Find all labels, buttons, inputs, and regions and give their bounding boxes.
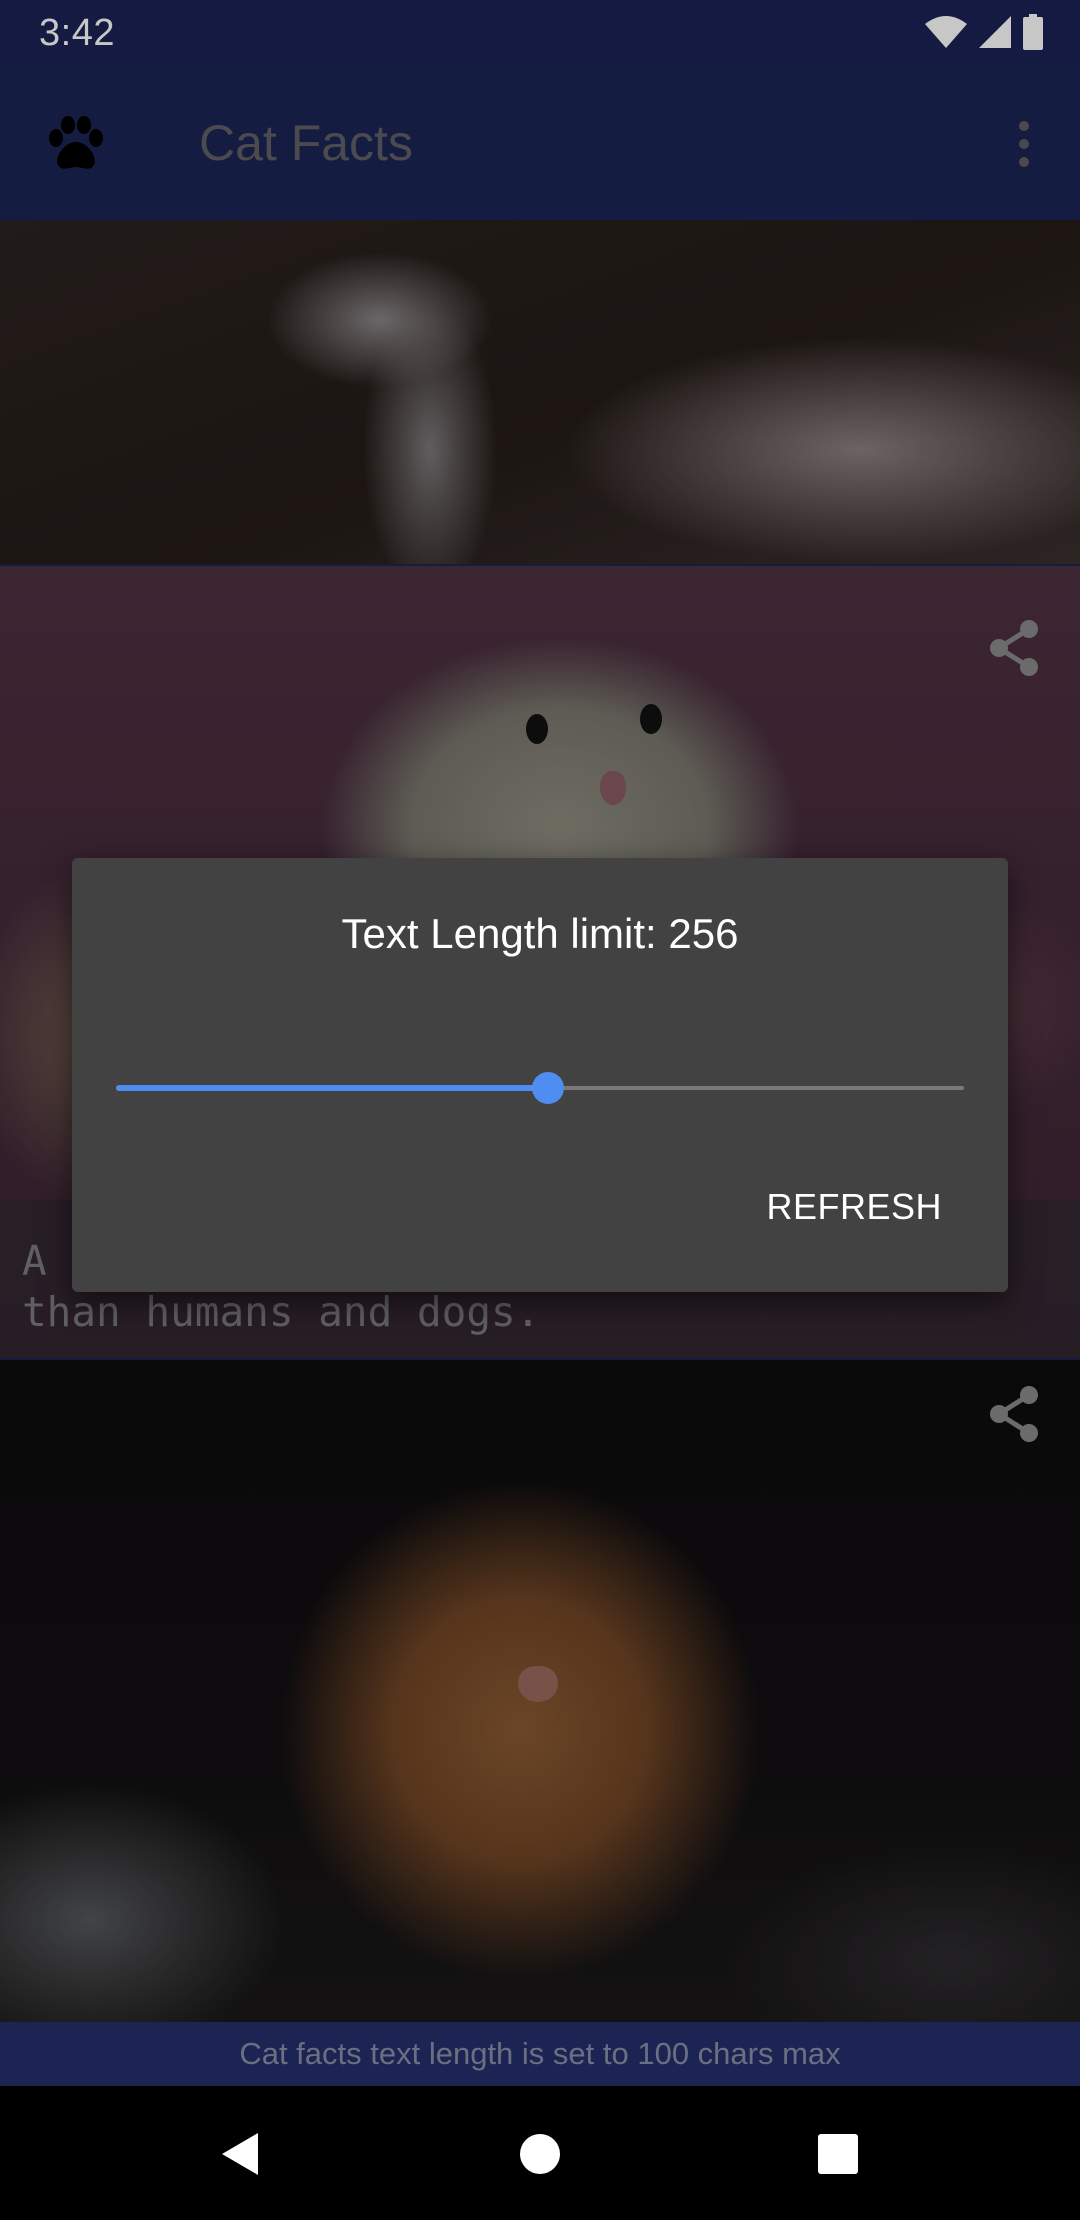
navigation-bar bbox=[0, 2086, 1080, 2220]
toast-text: Cat facts text length is set to 100 char… bbox=[239, 2036, 841, 2071]
back-icon[interactable] bbox=[208, 2122, 272, 2186]
text-length-dialog: Text Length limit: 256 REFRESH bbox=[72, 858, 1008, 1292]
recents-icon[interactable] bbox=[806, 2122, 870, 2186]
text-length-slider[interactable] bbox=[116, 1068, 964, 1108]
toast: Cat facts text length is set to 100 char… bbox=[0, 2022, 1080, 2086]
home-icon[interactable] bbox=[508, 2122, 572, 2186]
dialog-title: Text Length limit: 256 bbox=[341, 910, 739, 957]
slider-thumb[interactable] bbox=[532, 1072, 564, 1104]
refresh-button[interactable]: REFRESH bbox=[766, 1186, 942, 1228]
slider-fill bbox=[116, 1085, 548, 1091]
